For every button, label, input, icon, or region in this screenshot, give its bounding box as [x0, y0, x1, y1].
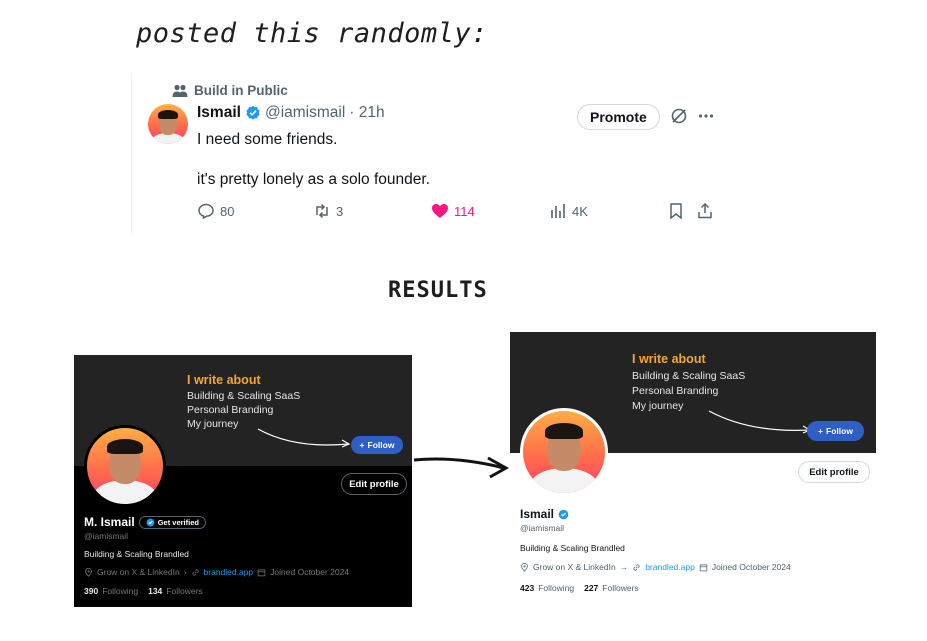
follow-button[interactable]: + Follow [351, 436, 403, 454]
link-icon [192, 568, 199, 576]
views-button[interactable]: 4K [549, 202, 588, 220]
follow-label: Follow [367, 440, 395, 450]
tweet-card[interactable]: Build in Public Ismail @iamismail · 21h … [131, 74, 732, 234]
repost-icon [316, 203, 328, 219]
grok-icon[interactable] [670, 107, 688, 125]
following-count[interactable]: 423 [520, 583, 534, 593]
banner-line: My journey [187, 418, 239, 430]
plus-icon: + [359, 440, 365, 450]
get-verified-button[interactable]: Get verified [138, 515, 206, 529]
verified-badge-icon [558, 509, 569, 519]
reply-count: 80 [220, 203, 235, 219]
banner-title: I write about [187, 373, 261, 387]
profile-name: M. Ismail [84, 515, 135, 529]
profile-card-before: I write about Building & Scaling SaaS Pe… [74, 355, 412, 607]
banner-line: Building & Scaling SaaS [187, 390, 301, 402]
arrow-icon [257, 428, 351, 448]
more-icon[interactable] [697, 107, 715, 125]
following-label: Following [538, 583, 575, 593]
calendar-icon [257, 569, 266, 576]
banner-title: I write about [632, 352, 706, 366]
get-verified-label: Get verified [157, 517, 199, 527]
followers-label: Followers [166, 586, 203, 596]
profile-card-after: I write about Building & Scaling SaaS Pe… [510, 332, 876, 600]
location-icon [85, 567, 92, 577]
like-button[interactable]: 114 [431, 202, 475, 220]
avatar[interactable] [520, 408, 608, 496]
repost-button[interactable]: 3 [313, 202, 343, 220]
edit-profile-button[interactable]: Edit profile [798, 461, 870, 483]
profile-link[interactable]: brandled.app [204, 567, 254, 577]
profile-meta: Grow on X & LinkedIn › brandled.app Join… [84, 567, 349, 577]
avatar[interactable] [148, 104, 188, 144]
author-name[interactable]: Ismail [197, 104, 241, 122]
banner-line: Building & Scaling SaaS [632, 370, 746, 382]
author-handle[interactable]: @iamismail [265, 104, 345, 122]
profile-link[interactable]: brandled.app [645, 562, 695, 572]
banner-line: My journey [632, 400, 684, 412]
community-label[interactable]: Build in Public [172, 83, 288, 98]
community-icon [172, 84, 188, 97]
bookmark-icon[interactable] [667, 202, 685, 220]
location-icon [521, 562, 528, 572]
reply-icon [198, 203, 214, 220]
profile-location: Grow on X & LinkedIn [97, 567, 180, 577]
repost-count: 3 [336, 203, 344, 219]
promote-button[interactable]: Promote [577, 104, 660, 130]
reply-button[interactable]: 80 [197, 202, 234, 220]
avatar[interactable] [84, 425, 166, 507]
chevron-right-icon: › [183, 567, 187, 577]
arrow-right-icon: → [619, 562, 629, 572]
transition-arrow-icon [413, 456, 510, 479]
profile-stats: 390 Following 134 Followers [84, 586, 203, 596]
banner-line: Personal Branding [187, 404, 274, 416]
share-icon[interactable] [696, 202, 714, 220]
calendar-icon [699, 564, 708, 571]
profile-stats: 423 Following 227 Followers [520, 583, 639, 593]
profile-handle: @iamismail [84, 531, 129, 541]
profile-joined: Joined October 2024 [270, 567, 350, 577]
edit-profile-button[interactable]: Edit profile [341, 473, 407, 495]
profile-location: Grow on X & LinkedIn [533, 562, 616, 572]
community-name: Build in Public [194, 83, 288, 98]
tweet-time[interactable]: · 21h [349, 104, 384, 122]
follow-label: Follow [826, 426, 853, 436]
profile-bio: Building & Scaling Brandled [520, 543, 625, 553]
arrow-icon [708, 410, 812, 434]
verified-badge-icon [146, 518, 155, 526]
views-count: 4K [572, 203, 588, 219]
profile-meta: Grow on X & LinkedIn → brandled.app Join… [520, 562, 791, 572]
profile-joined: Joined October 2024 [711, 562, 791, 572]
follow-button[interactable]: + Follow [807, 421, 864, 441]
banner-line: Personal Branding [632, 385, 719, 397]
plus-icon: + [818, 426, 824, 436]
caption-text: posted this randomly: [136, 18, 488, 49]
tweet-actions: 80 3 114 4K [197, 202, 717, 222]
tweet-line-2: it's pretty lonely as a solo founder. [197, 171, 431, 188]
following-label: Following [102, 586, 139, 596]
profile-bio: Building & Scaling Brandled [84, 549, 189, 559]
results-heading: RESULTS [388, 278, 488, 303]
tweet-header: Ismail @iamismail · 21h [197, 104, 385, 122]
views-icon [551, 204, 565, 218]
like-count: 114 [454, 203, 475, 219]
followers-count[interactable]: 134 [148, 586, 162, 596]
profile-name: Ismail [520, 507, 555, 521]
verified-badge-icon [246, 105, 260, 120]
followers-count[interactable]: 227 [584, 583, 598, 593]
profile-handle: @iamismail [520, 523, 565, 533]
following-count[interactable]: 390 [84, 586, 98, 596]
link-icon [633, 563, 640, 571]
followers-label: Followers [602, 583, 639, 593]
tweet-line-1: I need some friends. [197, 131, 338, 148]
heart-icon [432, 204, 448, 218]
